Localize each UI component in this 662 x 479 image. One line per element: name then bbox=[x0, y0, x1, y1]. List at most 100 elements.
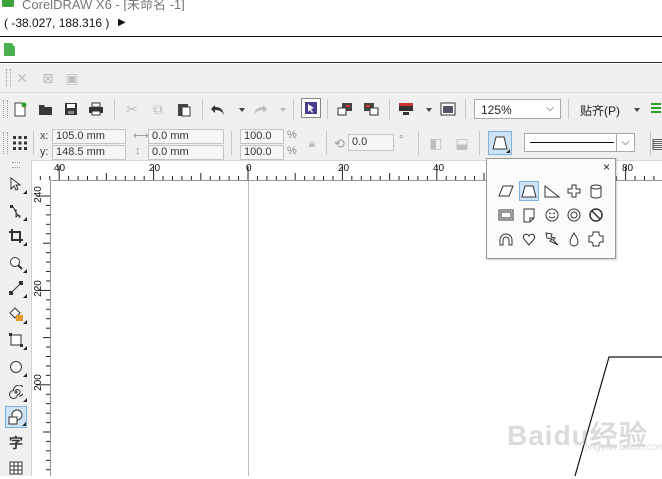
y-position-field[interactable]: 148.5 mm bbox=[52, 145, 126, 160]
copy-icon[interactable]: ⧉ bbox=[148, 99, 168, 119]
print-icon[interactable] bbox=[86, 99, 106, 119]
ruler-label: 20 bbox=[338, 163, 350, 174]
separator bbox=[568, 99, 569, 119]
export-icon[interactable] bbox=[361, 99, 381, 119]
pick-tool[interactable] bbox=[5, 173, 27, 195]
paste-icon[interactable] bbox=[174, 99, 194, 119]
combine-icon[interactable]: ▣ bbox=[62, 68, 82, 88]
cut-icon[interactable]: ✂ bbox=[122, 99, 142, 119]
chevron-down-icon[interactable]: ⌵ bbox=[616, 134, 634, 151]
import-icon[interactable] bbox=[335, 99, 355, 119]
ruler-label: 220 bbox=[32, 280, 44, 297]
coordinates-bar: ( -38.027, 188.316 ) ▶ bbox=[0, 11, 662, 36]
search-content-icon[interactable] bbox=[301, 98, 321, 118]
play-arrow-icon[interactable]: ▶ bbox=[118, 17, 126, 28]
smart-fill-tool[interactable] bbox=[5, 303, 27, 325]
save-icon[interactable] bbox=[61, 99, 81, 119]
options-icon[interactable] bbox=[646, 99, 662, 119]
lock-ratio-icon[interactable]: 🔒︎ bbox=[302, 133, 322, 153]
degree-label: ° bbox=[399, 134, 404, 146]
group-icon[interactable]: ⊠ bbox=[38, 68, 58, 88]
percent-label: % bbox=[287, 145, 297, 157]
scale-height-field[interactable]: 100.0 bbox=[240, 145, 284, 160]
lightning-shape-icon[interactable] bbox=[542, 229, 562, 249]
redo-icon[interactable] bbox=[250, 99, 270, 119]
standard-toolbar: ✂ ⧉ 125% ⌵ 贴齐(P) bbox=[0, 93, 662, 127]
open-folder-icon[interactable] bbox=[36, 99, 56, 119]
flyout-corner-arrow bbox=[23, 294, 27, 298]
app-launcher-dropdown-arrow[interactable] bbox=[426, 108, 432, 112]
donut-shape-icon[interactable] bbox=[564, 205, 584, 225]
vertical-ruler[interactable]: 240 220 200 bbox=[32, 180, 51, 476]
property-bar: x: 105.0 mm y: 148.5 mm ⟷ 0.0 mm ↕ 0.0 m… bbox=[0, 126, 662, 161]
parallelogram-shape-icon[interactable] bbox=[496, 181, 516, 201]
freehand-tool[interactable] bbox=[5, 277, 27, 299]
flyout-corner-arrow bbox=[23, 242, 27, 246]
separator bbox=[465, 99, 466, 119]
frame-shape-icon[interactable] bbox=[496, 205, 516, 225]
text-tool[interactable]: 字 bbox=[5, 432, 27, 454]
wrap-text-icon[interactable]: ▤ bbox=[651, 133, 662, 153]
mirror-vertical-icon[interactable]: ⬓ bbox=[452, 133, 472, 153]
toolbar-grip[interactable] bbox=[6, 69, 11, 87]
basic-shapes-tool[interactable] bbox=[5, 406, 27, 428]
separator bbox=[202, 99, 203, 119]
close-icon[interactable]: × bbox=[603, 160, 610, 174]
separator bbox=[326, 131, 327, 155]
rotation-angle-field[interactable]: 0.0 bbox=[348, 134, 394, 151]
undo-icon[interactable] bbox=[208, 99, 228, 119]
snap-to-menu[interactable]: 贴齐(P) bbox=[580, 102, 620, 119]
x-position-field[interactable]: 105.0 mm bbox=[52, 129, 126, 144]
basic-shapes-button[interactable] bbox=[488, 131, 512, 155]
crop-tool[interactable] bbox=[5, 225, 27, 247]
object-origin-icon[interactable] bbox=[10, 133, 30, 153]
snap-dropdown-arrow[interactable] bbox=[634, 108, 640, 112]
undo-dropdown-arrow[interactable] bbox=[239, 108, 245, 112]
ruler-label: 240 bbox=[32, 186, 44, 203]
heart-shape-icon[interactable] bbox=[519, 229, 539, 249]
percent-label: % bbox=[287, 129, 297, 141]
smiley-face-shape-icon[interactable] bbox=[542, 205, 562, 225]
cross-shape-icon[interactable] bbox=[564, 181, 584, 201]
y-position-label: y: bbox=[40, 146, 49, 158]
new-document-icon[interactable] bbox=[10, 99, 30, 119]
toolbar-grip[interactable] bbox=[3, 132, 8, 154]
toolbar-grip[interactable] bbox=[3, 100, 8, 118]
arch-shape-icon[interactable] bbox=[496, 229, 516, 249]
baidu-watermark: Baidu经验 jingyan.baidu.com bbox=[507, 408, 662, 454]
application-launcher-icon[interactable] bbox=[396, 99, 416, 119]
toolbox-grip[interactable] bbox=[12, 162, 20, 168]
spiral-tool[interactable] bbox=[5, 381, 27, 403]
ruler-label: 80 bbox=[622, 163, 634, 174]
cylinder-shape-icon[interactable] bbox=[586, 181, 606, 201]
welcome-screen-icon[interactable] bbox=[438, 99, 458, 119]
plaque-shape-icon[interactable] bbox=[586, 229, 606, 249]
zoom-tool[interactable] bbox=[5, 252, 27, 274]
ruler-label: 40 bbox=[433, 163, 445, 174]
object-height-field[interactable]: 0.0 mm bbox=[148, 145, 224, 160]
coreldraw-app-icon bbox=[2, 0, 14, 7]
flyout-corner-arrow bbox=[23, 217, 27, 221]
separator bbox=[418, 131, 419, 155]
pick-x-icon[interactable]: ✕ bbox=[12, 68, 32, 88]
rectangle-tool[interactable] bbox=[5, 329, 27, 351]
divider bbox=[0, 36, 662, 37]
no-symbol-shape-icon[interactable] bbox=[586, 205, 606, 225]
object-width-field[interactable]: 0.0 mm bbox=[148, 129, 224, 144]
height-icon: ↕ bbox=[135, 145, 141, 157]
outline-style-selector[interactable]: ⌵ bbox=[524, 133, 635, 152]
zoom-level-combo[interactable]: 125% ⌵ bbox=[474, 99, 561, 119]
flyout-corner-arrow bbox=[22, 422, 26, 426]
mirror-horizontal-icon[interactable]: ◧ bbox=[426, 133, 446, 153]
document-icon[interactable] bbox=[4, 43, 15, 56]
trapezoid-shape-icon[interactable] bbox=[519, 181, 539, 201]
scale-width-field[interactable]: 100.0 bbox=[240, 129, 284, 144]
redo-dropdown-arrow[interactable] bbox=[280, 108, 286, 112]
teardrop-shape-icon[interactable] bbox=[564, 229, 584, 249]
ruler-label: 200 bbox=[32, 374, 44, 391]
shape-tool[interactable] bbox=[5, 200, 27, 222]
folded-corner-shape-icon[interactable] bbox=[519, 205, 539, 225]
watermark-subtext: jingyan.baidu.com bbox=[585, 442, 662, 453]
ellipse-tool[interactable] bbox=[5, 356, 27, 378]
right-triangle-shape-icon[interactable] bbox=[542, 181, 562, 201]
